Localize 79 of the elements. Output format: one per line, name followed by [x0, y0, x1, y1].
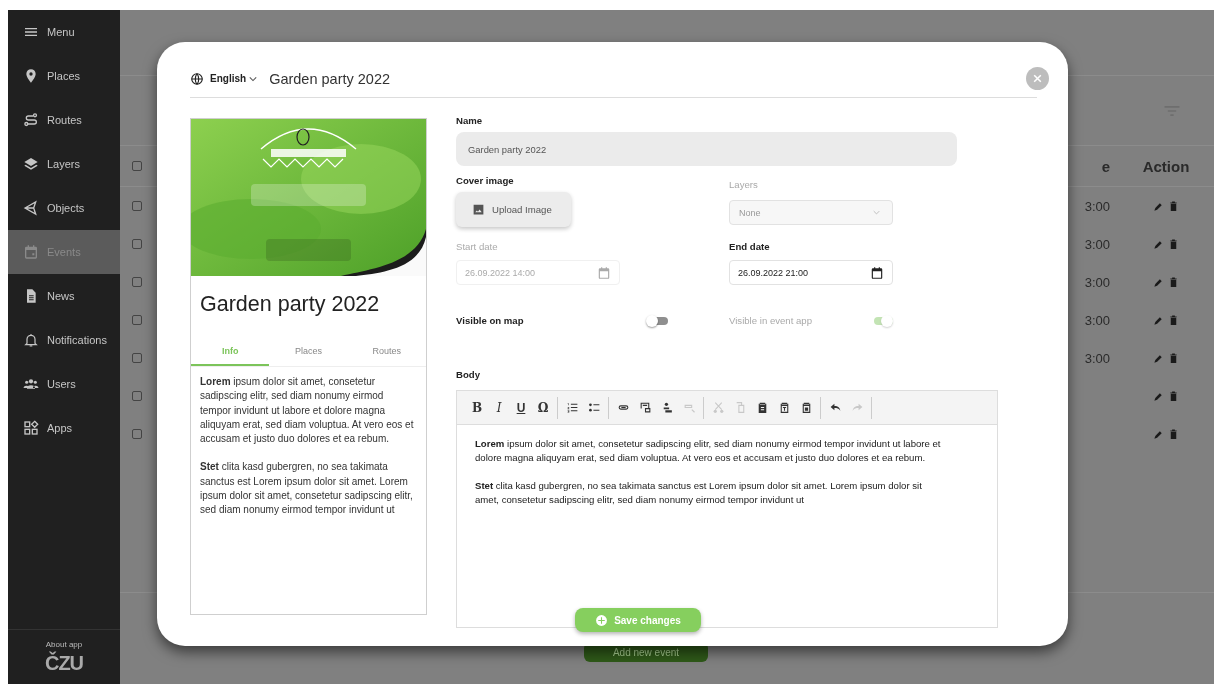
- trash-icon: [1168, 200, 1179, 212]
- dialog-title: Garden party 2022: [269, 70, 391, 87]
- table-cell-text: 3:00: [1084, 312, 1111, 328]
- field-label: Layers: [729, 179, 759, 192]
- table-cell-text: 3:00: [1084, 236, 1111, 252]
- table-cell-text: 3:00: [1084, 350, 1111, 366]
- chevron-icon: [249, 74, 258, 83]
- image-link-icon: [638, 401, 652, 414]
- column-header: Action: [1142, 157, 1190, 175]
- preview-title: Garden party 2022: [199, 291, 381, 318]
- calendar-icon: [870, 265, 884, 280]
- users-icon: [23, 376, 39, 392]
- plus-circle-icon: [595, 613, 609, 627]
- checkbox[interactable]: [132, 239, 142, 249]
- field-label: End date: [729, 241, 771, 254]
- paragraph: Stet clita kasd gubergren, no sea takimata sanctus est Lorem ipsum dolor sit amet. Lorem ipsum dolor sit amet, consetetur sadipscing elitr, sed diam nonumy eirmod tempor invidunt ut: [475, 479, 923, 507]
- about-link[interactable]: About app: [45, 639, 83, 649]
- apps-icon: [23, 420, 39, 436]
- layers-icon: [23, 156, 39, 172]
- numbered-list-icon: [565, 401, 579, 414]
- field-label: Body: [456, 369, 481, 382]
- close-button[interactable]: [1026, 67, 1049, 90]
- chevron-icon: [873, 209, 880, 216]
- paragraph: Lorem ipsum dolor sit amet, consetetur sadipscing elitr, sed diam nonumy eirmod tempor invidunt ut labore et dolore magna aliquyam erat, sed diam voluptua. At vero eos et accusam et justo duo dolores et ea rebum.: [200, 375, 415, 447]
- toolbar-button[interactable]: Ω: [533, 396, 553, 419]
- scissors-icon: [711, 401, 725, 414]
- paragraph: Stet clita kasd gubergren, no sea takimata sanctus est Lorem ipsum dolor sit amet. Lorem ipsum dolor sit amet, consetetur sadipscing elitr, sed diam nonumy eirmod tempor invidunt ut: [200, 460, 414, 518]
- tab[interactable]: Routes: [347, 338, 426, 366]
- sidebar-item[interactable]: Menu: [8, 10, 120, 54]
- checkbox[interactable]: [132, 161, 142, 171]
- trash-icon: [1168, 352, 1179, 364]
- sidebar-item[interactable]: Places: [8, 54, 120, 98]
- field-label: Cover image: [456, 175, 515, 188]
- logo: ČZU: [44, 651, 84, 675]
- date-field[interactable]: 26.09.2022 21:00: [729, 260, 893, 285]
- sidebar-item[interactable]: News: [8, 274, 120, 318]
- toolbar-button[interactable]: U: [511, 396, 531, 419]
- trash-icon: [1168, 314, 1179, 326]
- toolbar-button[interactable]: I: [489, 396, 509, 419]
- trash-icon: [1168, 390, 1179, 402]
- pin-icon: [23, 68, 39, 84]
- sidebar-item[interactable]: Users: [8, 362, 120, 406]
- trash-icon: [1168, 276, 1179, 288]
- checkbox[interactable]: [132, 277, 142, 287]
- sidebar-item[interactable]: Routes: [8, 98, 120, 142]
- image-icon: [472, 203, 485, 216]
- table-cell-text: 3:00: [1084, 274, 1111, 290]
- table-cell-text: 3:00: [1084, 198, 1111, 214]
- field-label: Start date: [456, 241, 499, 254]
- checkbox[interactable]: [132, 201, 142, 211]
- language-select[interactable]: English: [210, 73, 258, 84]
- tab[interactable]: Places: [269, 338, 348, 366]
- toggle-label: Visible on map: [456, 314, 524, 328]
- field-label: Name: [456, 115, 484, 128]
- name-field[interactable]: Garden party 2022: [456, 132, 957, 166]
- toggle-switch[interactable]: [646, 315, 668, 327]
- route-icon: [23, 112, 39, 128]
- sidebar-item[interactable]: Objects: [8, 186, 120, 230]
- checkbox[interactable]: [132, 353, 142, 363]
- calendar-icon: [23, 244, 39, 260]
- globe-icon: [190, 71, 204, 86]
- sidebar-item[interactable]: Apps: [8, 406, 120, 450]
- checkbox[interactable]: [132, 315, 142, 325]
- toggle-label: Visible in event app: [729, 314, 813, 328]
- close-icon: [1032, 73, 1043, 84]
- upload-image-button[interactable]: Upload Image: [456, 192, 571, 227]
- calendar-icon: [597, 265, 611, 280]
- checkbox[interactable]: [132, 429, 142, 439]
- trash-icon: [1168, 238, 1179, 250]
- toolbar-button[interactable]: B: [467, 396, 487, 419]
- sidebar-item[interactable]: Layers: [8, 142, 120, 186]
- trash-icon: [1168, 428, 1179, 440]
- column-header: e: [1101, 157, 1111, 175]
- bullet-list-icon: [587, 401, 601, 414]
- checkbox[interactable]: [132, 391, 142, 401]
- sidebar-item[interactable]: Notifications: [8, 318, 120, 362]
- bell-icon: [23, 332, 39, 348]
- paragraph: Lorem ipsum dolor sit amet, consetetur sadipscing elitr, sed diam nonumy eirmod tempor invidunt ut labore et dolore magna aliquyam erat, sed diam voluptua. At vero eos et accusam et justo duo dolores et ea rebum.: [475, 437, 942, 465]
- text-editor[interactable]: [456, 390, 998, 628]
